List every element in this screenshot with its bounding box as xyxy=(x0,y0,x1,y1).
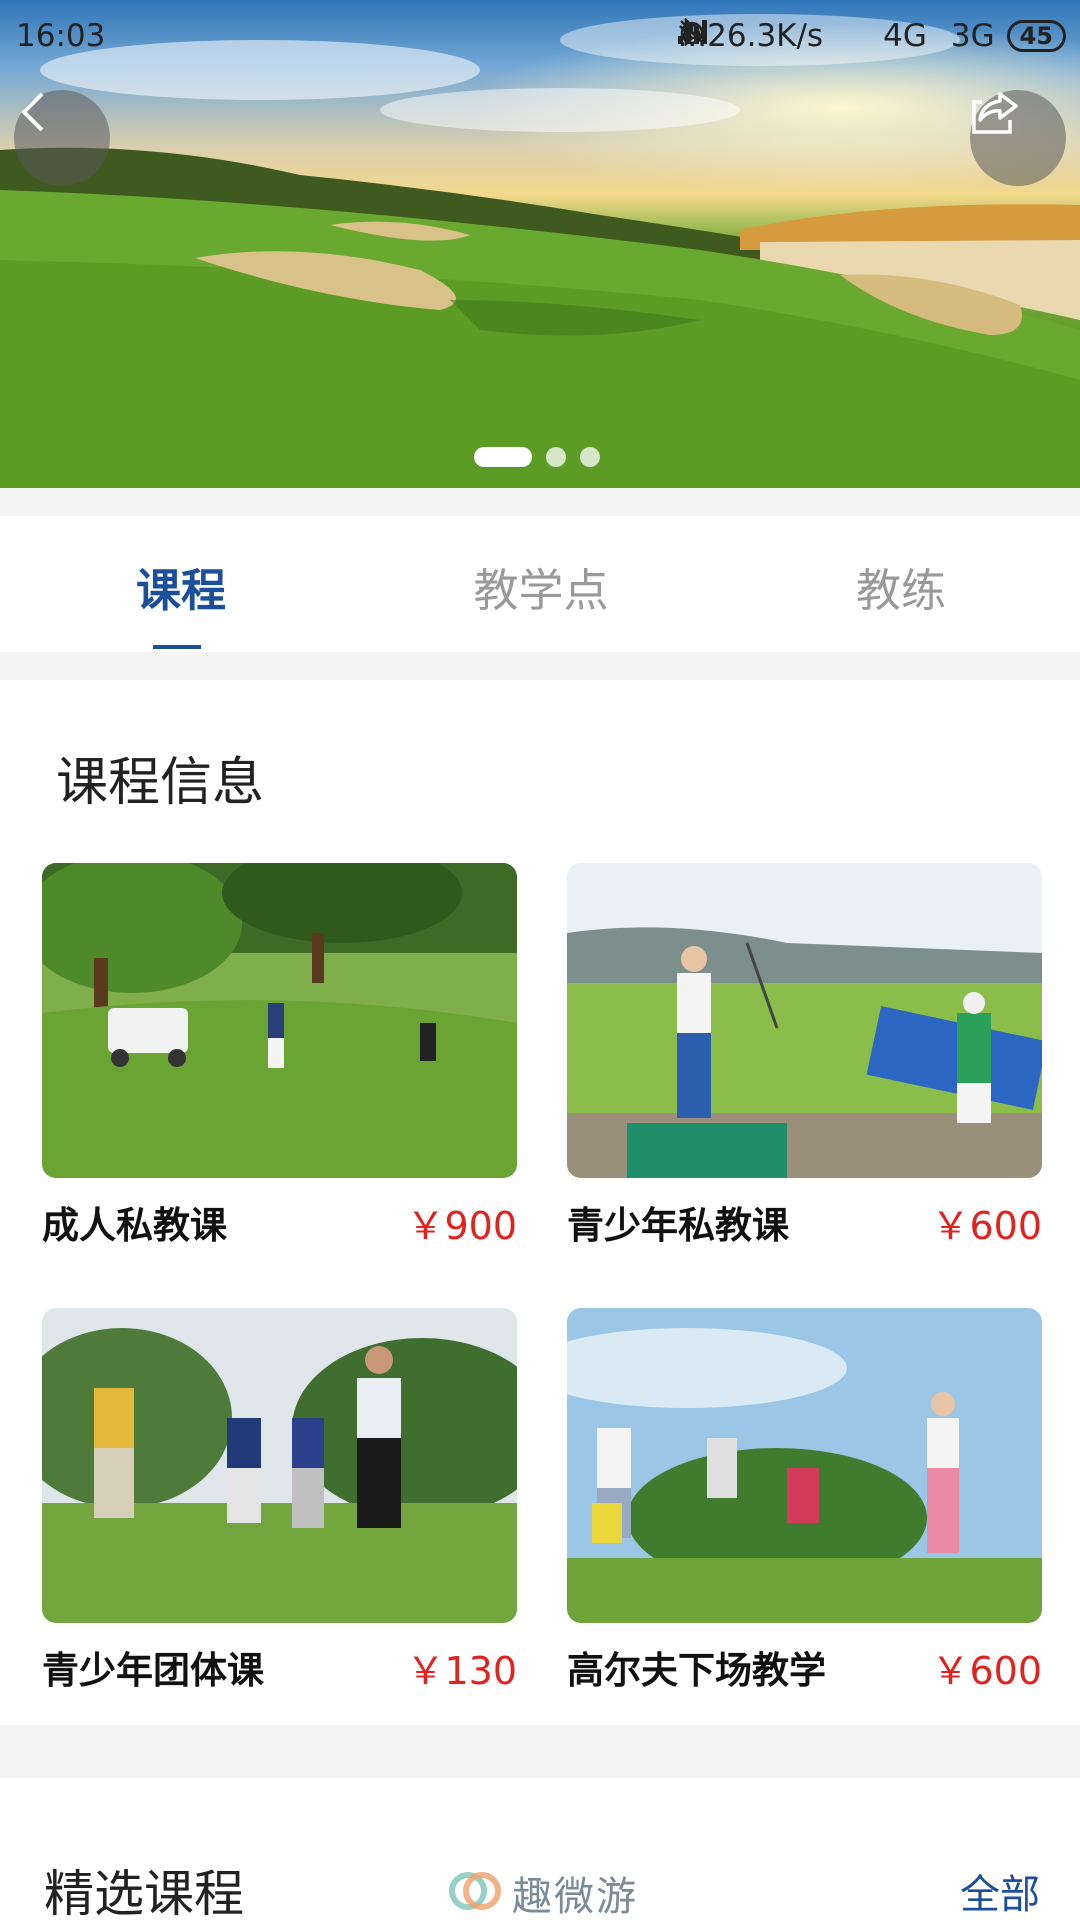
course-card[interactable]: 成人私教课 ￥900 xyxy=(42,863,517,1248)
back-button[interactable] xyxy=(14,90,110,186)
hero-carousel[interactable]: 16:03 ...26.3K/s 4G 3G 45 xyxy=(0,0,1080,488)
course-image xyxy=(42,863,517,1178)
battery-indicator: 45 xyxy=(1006,20,1066,52)
course-info-section: 课程信息 成人私教课 ￥900 青少年私教课 ￥600 青少年团体课 ￥130 … xyxy=(0,680,1080,1725)
course-name: 高尔夫下场教学 xyxy=(567,1649,826,1692)
view-all-link[interactable]: 全部 xyxy=(960,1862,1040,1920)
course-card[interactable]: 青少年私教课 ￥600 xyxy=(567,863,1042,1248)
course-image xyxy=(42,1308,517,1623)
status-time: 16:03 xyxy=(16,18,106,54)
course-page: 16:03 ...26.3K/s 4G 3G 45 课程 教学点 教练 课程信息… xyxy=(0,0,1080,1920)
active-tab-indicator xyxy=(153,645,201,649)
watermark: 趣微游 xyxy=(448,1864,638,1920)
course-card[interactable]: 高尔夫下场教学 ￥600 xyxy=(567,1308,1042,1693)
tab-coaches[interactable]: 教练 xyxy=(781,554,1021,619)
signal-2-label: 3G xyxy=(950,18,995,54)
course-price: ￥600 xyxy=(931,1649,1042,1693)
tab-courses[interactable]: 课程 xyxy=(61,554,301,619)
watermark-logo-icon xyxy=(448,1864,502,1920)
course-price: ￥900 xyxy=(406,1204,517,1248)
course-name: 青少年私教课 xyxy=(567,1204,789,1247)
carousel-dot[interactable] xyxy=(474,447,532,467)
status-bar: 16:03 ...26.3K/s 4G 3G 45 xyxy=(0,0,1080,74)
carousel-dot[interactable] xyxy=(580,447,600,467)
course-image xyxy=(567,1308,1042,1623)
featured-title: 精选课程 xyxy=(44,1865,244,1920)
watermark-text: 趣微游 xyxy=(512,1874,638,1920)
course-card[interactable]: 青少年团体课 ￥130 xyxy=(42,1308,517,1693)
course-price: ￥600 xyxy=(931,1204,1042,1248)
course-price: ￥130 xyxy=(406,1649,517,1693)
carousel-dot[interactable] xyxy=(546,447,566,467)
section-title: 课程信息 xyxy=(56,753,265,813)
course-image xyxy=(567,863,1042,1178)
tab-bar: 课程 教学点 教练 xyxy=(0,516,1080,652)
carousel-indicator xyxy=(474,447,600,467)
status-right: ...26.3K/s 4G 3G 45 xyxy=(677,18,1066,54)
course-name: 青少年团体课 xyxy=(42,1649,264,1692)
tab-teaching-points[interactable]: 教学点 xyxy=(421,554,661,619)
share-button[interactable] xyxy=(970,90,1066,186)
signal-1-label: 4G xyxy=(883,18,927,54)
course-name: 成人私教课 xyxy=(42,1204,227,1247)
